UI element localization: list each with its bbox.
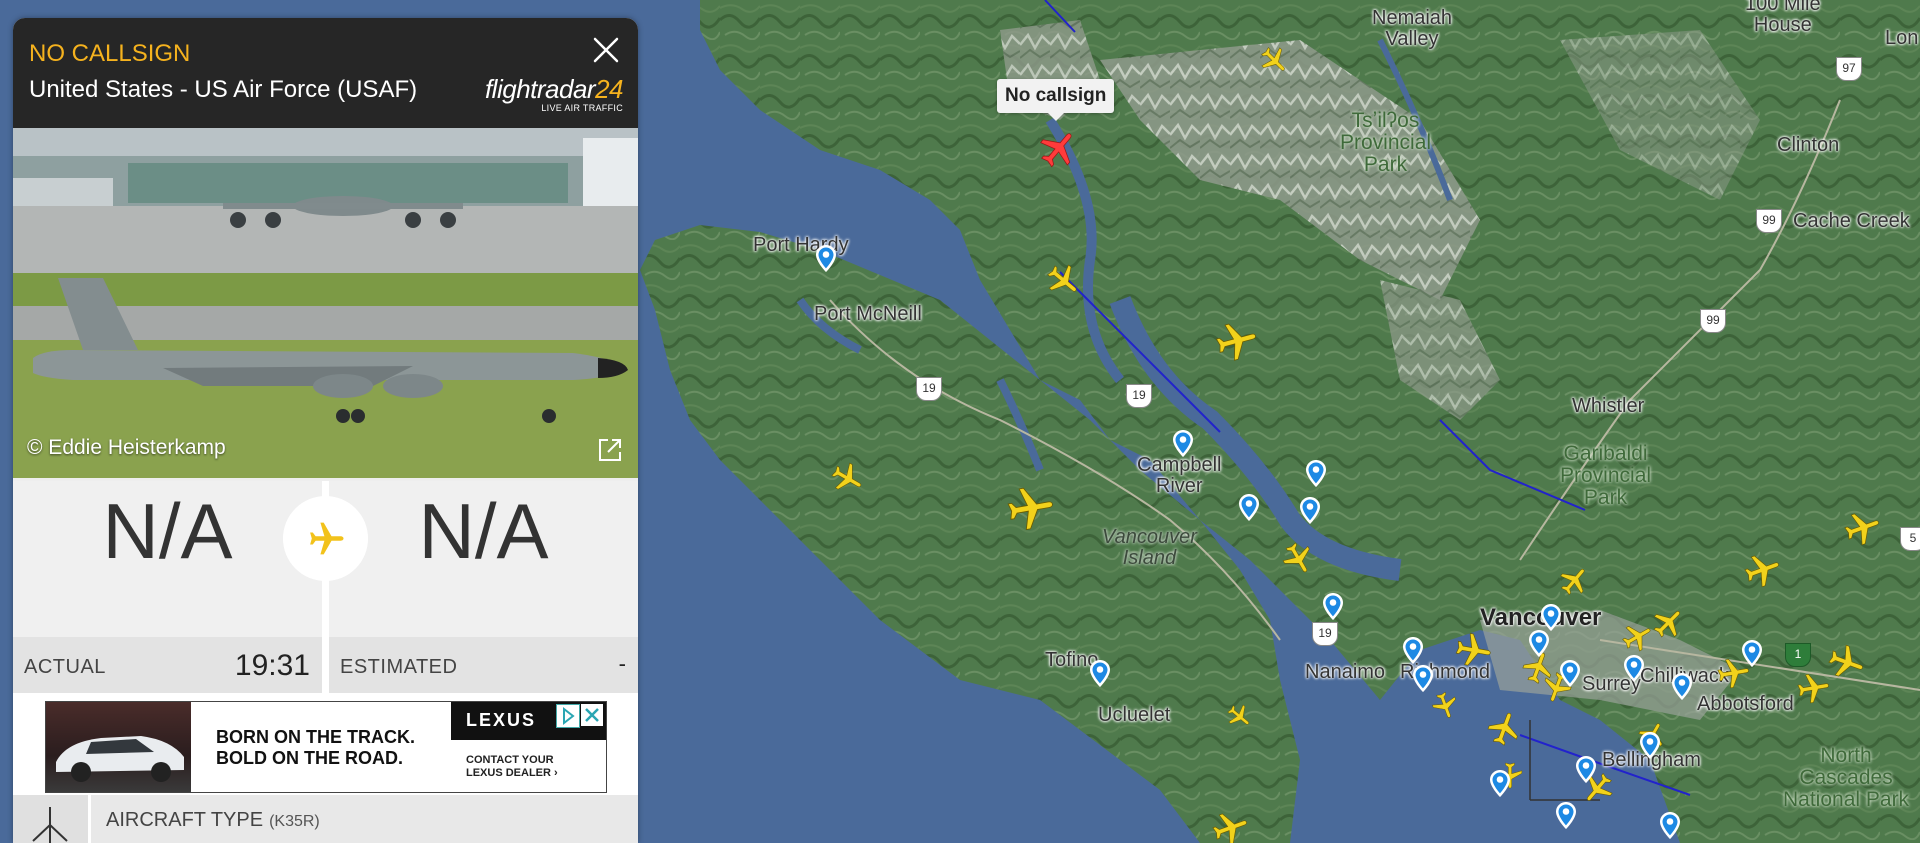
aircraft-icon[interactable] bbox=[1225, 702, 1253, 730]
aircraft-type-row[interactable]: AIRCRAFT TYPE (K35R) bbox=[13, 795, 638, 843]
airport-pin-icon[interactable] bbox=[1306, 460, 1326, 487]
aircraft-icon[interactable] bbox=[1485, 710, 1523, 748]
map-label-abbotsford: Abbotsford bbox=[1697, 693, 1794, 715]
aircraft-icon[interactable] bbox=[1453, 630, 1493, 670]
ad-brand: LEXUS bbox=[466, 710, 537, 730]
arrival-time-value: - bbox=[618, 651, 626, 676]
map-label-100-mile-house: 100 Mile House bbox=[1745, 0, 1821, 36]
callsign: NO CALLSIGN bbox=[29, 40, 191, 67]
highway-shield: 19 bbox=[1312, 622, 1338, 646]
aircraft-type-label: AIRCRAFT TYPE (K35R) bbox=[106, 809, 320, 831]
departure-time-cell: ACTUAL 19:31 bbox=[13, 637, 322, 693]
aircraft-type-icon-box bbox=[13, 795, 91, 843]
highway-shield: 97 bbox=[1836, 57, 1862, 81]
aircraft-icon[interactable] bbox=[829, 460, 865, 496]
close-icon[interactable] bbox=[590, 34, 622, 66]
origin-code: N/A bbox=[102, 487, 233, 575]
aircraft-photo[interactable]: © Eddie Heisterkamp bbox=[13, 128, 638, 478]
airport-pin-icon[interactable] bbox=[1624, 655, 1644, 682]
map-label-campbell-river: Campbell River bbox=[1137, 454, 1222, 497]
ad-banner[interactable]: BORN ON THE TRACK. BOLD ON THE ROAD. LEXU… bbox=[45, 701, 607, 793]
highway-shield: 1 bbox=[1785, 643, 1811, 667]
aircraft-photo-image bbox=[13, 128, 638, 478]
airport-pin-icon[interactable] bbox=[1742, 640, 1762, 667]
map-label-port-mcneill: Port McNeill bbox=[814, 303, 922, 325]
ad-car-image bbox=[46, 702, 191, 792]
external-link-icon[interactable] bbox=[596, 436, 624, 464]
highway-shield: 5 bbox=[1900, 527, 1920, 551]
map-label-ucluelet: Ucluelet bbox=[1098, 704, 1171, 726]
highway-shield: 99 bbox=[1756, 209, 1782, 233]
selected-aircraft-icon[interactable] bbox=[1036, 127, 1080, 171]
airport-pin-icon[interactable] bbox=[1239, 494, 1259, 521]
airport-pin-icon[interactable] bbox=[816, 245, 836, 272]
airport-pin-icon[interactable] bbox=[1660, 812, 1680, 839]
destination-code: N/A bbox=[418, 487, 549, 575]
highway-shield: 99 bbox=[1700, 309, 1726, 333]
route-section: N/A N/A bbox=[13, 478, 638, 637]
flightradar24-logo: flightradar24 LIVE AIR TRAFFIC bbox=[484, 74, 624, 113]
advertisement[interactable]: BORN ON THE TRACK. BOLD ON THE ROAD. LEXU… bbox=[13, 693, 638, 795]
airport-pin-icon[interactable] bbox=[1529, 630, 1549, 657]
airport-pin-icon[interactable] bbox=[1490, 770, 1510, 797]
arrival-time-label: ESTIMATED bbox=[340, 656, 458, 678]
aircraft-silhouette-icon bbox=[32, 807, 68, 843]
departure-time-value: 19:31 bbox=[234, 649, 310, 682]
airport-pin-icon[interactable] bbox=[1300, 497, 1320, 524]
map-label-nemaiah: Nemaiah Valley bbox=[1372, 7, 1453, 50]
aircraft-icon[interactable] bbox=[1742, 550, 1782, 590]
aircraft-icon[interactable] bbox=[1213, 318, 1259, 364]
aircraft-icon[interactable] bbox=[1826, 642, 1866, 682]
operator-name: United States - US Air Force (USAF) bbox=[29, 76, 418, 103]
photo-credit: © Eddie Heisterkamp bbox=[27, 436, 226, 459]
ad-close-icon[interactable] bbox=[581, 704, 603, 726]
map-label-garibaldi-park: Garibaldi Provincial Park bbox=[1560, 442, 1652, 510]
departure-time-label: ACTUAL bbox=[24, 656, 106, 678]
airport-pin-icon[interactable] bbox=[1541, 604, 1561, 631]
map-label-north-cascades: North Cascades National Park bbox=[1783, 744, 1910, 812]
aircraft-icon[interactable] bbox=[1044, 261, 1082, 299]
airport-pin-icon[interactable] bbox=[1403, 637, 1423, 664]
aircraft-icon[interactable] bbox=[1620, 620, 1654, 654]
ad-cta[interactable]: CONTACT YOUR LEXUS DEALER › bbox=[466, 754, 558, 780]
airport-pin-icon[interactable] bbox=[1556, 802, 1576, 829]
origin-airport[interactable]: N/A bbox=[13, 481, 322, 637]
selected-flight-callout: No callsign bbox=[997, 79, 1115, 121]
map-label-whistler: Whistler bbox=[1572, 395, 1645, 417]
map-label-tsilhqot-park: Tsʼilʔos Provincial Park bbox=[1340, 109, 1432, 177]
flight-info-panel: NO CALLSIGN United States - US Air Force… bbox=[13, 18, 638, 843]
aircraft-icon[interactable] bbox=[1430, 690, 1460, 720]
aircraft-type-code: (K35R) bbox=[269, 813, 320, 830]
highway-shield: 19 bbox=[916, 377, 942, 401]
aircraft-icon[interactable] bbox=[1795, 670, 1831, 706]
aircraft-icon[interactable] bbox=[1557, 564, 1591, 598]
times-section: ACTUAL 19:31 ESTIMATED - bbox=[13, 637, 638, 693]
airport-pin-icon[interactable] bbox=[1323, 593, 1343, 620]
aircraft-icon[interactable] bbox=[1258, 44, 1290, 76]
airport-pin-icon[interactable] bbox=[1413, 665, 1433, 692]
map-label-lon: Lon bbox=[1885, 27, 1919, 49]
map-label-clinton: Clinton bbox=[1777, 134, 1840, 156]
airport-pin-icon[interactable] bbox=[1173, 430, 1193, 457]
airport-pin-icon[interactable] bbox=[1560, 660, 1580, 687]
map-label-vancouver-island: Vancouver Island bbox=[1102, 526, 1197, 569]
aircraft-icon[interactable] bbox=[1210, 808, 1250, 843]
airport-pin-icon[interactable] bbox=[1640, 732, 1660, 759]
aircraft-icon[interactable] bbox=[1842, 508, 1882, 548]
airplane-icon bbox=[283, 496, 368, 581]
aircraft-icon[interactable] bbox=[1004, 482, 1056, 534]
airport-pin-icon[interactable] bbox=[1090, 660, 1110, 687]
arrival-time-cell: ESTIMATED - bbox=[329, 637, 638, 693]
aircraft-icon[interactable] bbox=[1280, 540, 1316, 576]
highway-shield: 19 bbox=[1126, 384, 1152, 408]
airport-pin-icon[interactable] bbox=[1576, 756, 1596, 783]
airport-pin-icon[interactable] bbox=[1672, 673, 1692, 700]
ad-headline: BORN ON THE TRACK. BOLD ON THE ROAD. bbox=[216, 727, 415, 768]
ad-info-icon[interactable] bbox=[556, 704, 580, 728]
map-label-nanaimo: Nanaimo bbox=[1305, 661, 1386, 683]
map-label-cache-creek: Cache Creek bbox=[1793, 210, 1910, 232]
aircraft-icon[interactable] bbox=[1650, 605, 1686, 641]
destination-airport[interactable]: N/A bbox=[329, 481, 638, 637]
panel-header: NO CALLSIGN United States - US Air Force… bbox=[13, 18, 638, 128]
